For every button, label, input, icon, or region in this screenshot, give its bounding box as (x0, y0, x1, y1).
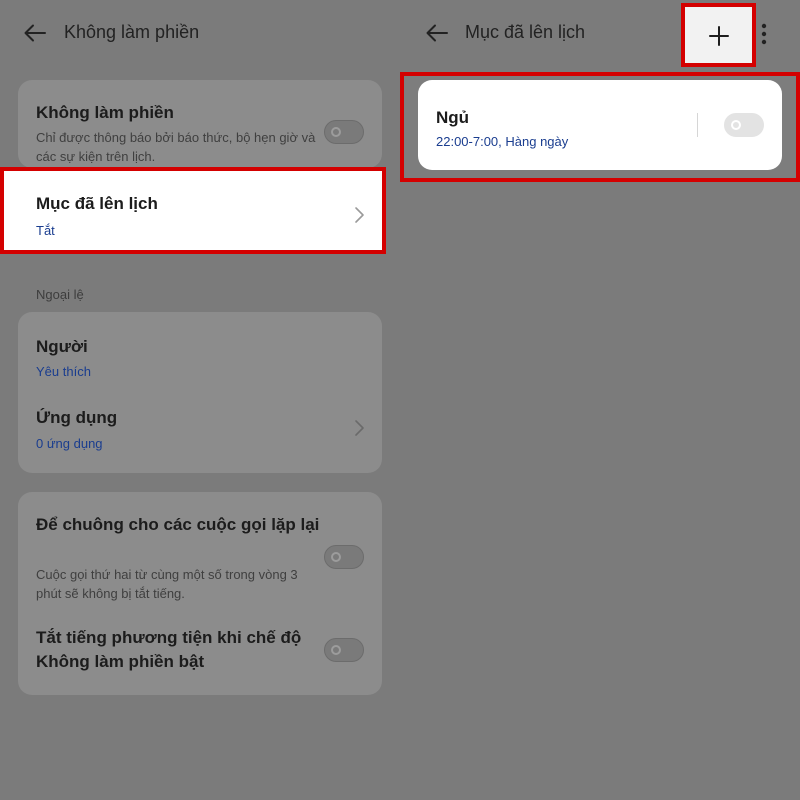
scheduled-title: Mục đã lên lịch (36, 194, 158, 213)
people-row[interactable]: Người Yêu thích (18, 312, 382, 388)
top-app-bar: Không làm phiền (0, 0, 400, 68)
schedule-time: 22:00-7:00, Hàng ngày (436, 134, 569, 149)
page-title: Mục đã lên lịch (465, 22, 586, 42)
page-title: Không làm phiền (64, 22, 200, 42)
schedule-toggle[interactable] (724, 113, 764, 137)
scheduled-value: Tắt (36, 223, 55, 238)
exceptions-section-label: Ngoại lệ (36, 287, 84, 302)
back-arrow-icon[interactable] (22, 20, 48, 46)
dnd-toggle[interactable] (324, 120, 364, 144)
mute-media-toggle[interactable] (324, 638, 364, 662)
repeat-calls-description: Cuộc gọi thứ hai từ cùng một số trong vò… (36, 567, 298, 601)
repeat-calls-title: Để chuông cho các cuộc gọi lặp lại (36, 515, 320, 534)
chevron-right-icon (355, 207, 364, 223)
people-value: Yêu thích (36, 364, 91, 379)
people-title: Người (36, 337, 88, 356)
apps-title: Ứng dụng (36, 408, 118, 427)
toggle-knob (331, 645, 341, 655)
chevron-right-icon (355, 420, 364, 436)
dnd-settings-screen: Không làm phiền Không làm phiền Chỉ được… (0, 0, 400, 800)
back-arrow-icon[interactable] (424, 20, 450, 46)
scheduled-row[interactable]: Mục đã lên lịch Tắt (0, 167, 386, 254)
schedule-list-highlight: Ngủ 22:00-7:00, Hàng ngày (400, 72, 800, 182)
mute-media-title: Tắt tiếng phương tiện khi chế độ Không l… (36, 628, 302, 671)
dnd-card: Không làm phiền Chỉ được thông báo bởi b… (18, 80, 382, 168)
plus-icon (709, 26, 729, 46)
calls-media-card: Để chuông cho các cuộc gọi lặp lại Cuộc … (18, 492, 382, 695)
scheduled-screen: Mục đã lên lịch Ngủ 22:00-7:00, Hàng ngà… (400, 0, 800, 800)
add-schedule-button[interactable] (681, 3, 756, 67)
schedule-item[interactable]: Ngủ 22:00-7:00, Hàng ngày (418, 80, 782, 170)
divider (697, 113, 698, 137)
more-vert-icon[interactable] (758, 22, 770, 46)
toggle-knob (731, 120, 741, 130)
exceptions-card: Người Yêu thích Ứng dụng 0 ứng dụng (18, 312, 382, 473)
toggle-knob (331, 552, 341, 562)
dnd-description: Chỉ được thông báo bởi báo thức, bộ hẹn … (36, 130, 316, 164)
repeat-calls-toggle[interactable] (324, 545, 364, 569)
schedule-name: Ngủ (436, 108, 470, 127)
dnd-title: Không làm phiền (36, 103, 174, 122)
toggle-knob (331, 127, 341, 137)
apps-value: 0 ứng dụng (36, 436, 103, 451)
apps-row[interactable]: Ứng dụng 0 ứng dụng (18, 392, 382, 468)
